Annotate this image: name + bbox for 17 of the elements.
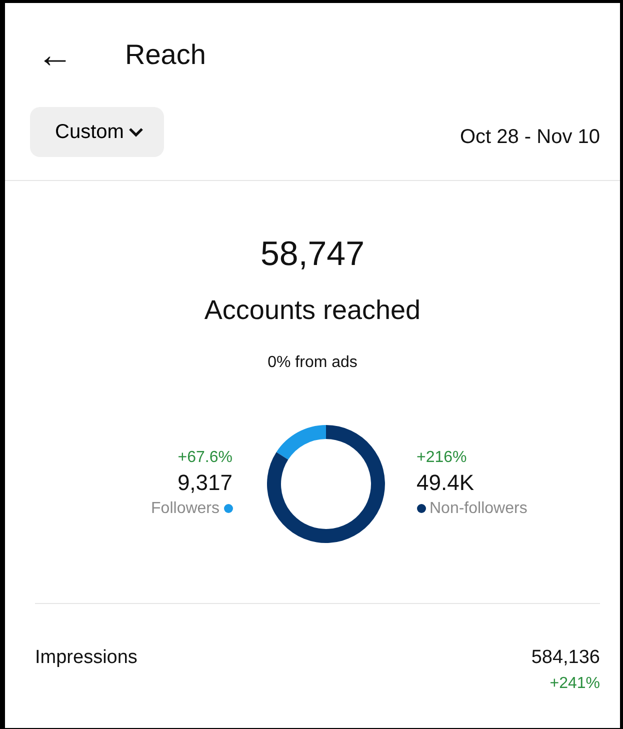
page-title: Reach <box>125 38 206 72</box>
change-text: +216% <box>416 448 468 468</box>
audience-count: 49.4K <box>416 470 475 497</box>
reach-count: 58,747 <box>260 234 364 275</box>
reach-label: Accounts reached <box>204 294 421 327</box>
date-filter-button[interactable]: Custom <box>30 107 164 157</box>
chevron-down-icon <box>128 126 144 138</box>
metric-label: Impressions <box>35 646 138 670</box>
change-text: +241% <box>548 674 600 694</box>
change-text: +67.6% <box>176 448 232 468</box>
back-button[interactable]: ← <box>37 37 87 73</box>
date-range: Oct 28 - Nov 10 <box>460 125 600 150</box>
ads-note: 0% from ads <box>268 352 358 372</box>
metric-value: 584,136 <box>531 646 600 670</box>
legend-label: Non-followers <box>430 498 528 519</box>
audience-count: 9,317 <box>176 470 232 497</box>
legend-label: Followers <box>151 498 220 519</box>
